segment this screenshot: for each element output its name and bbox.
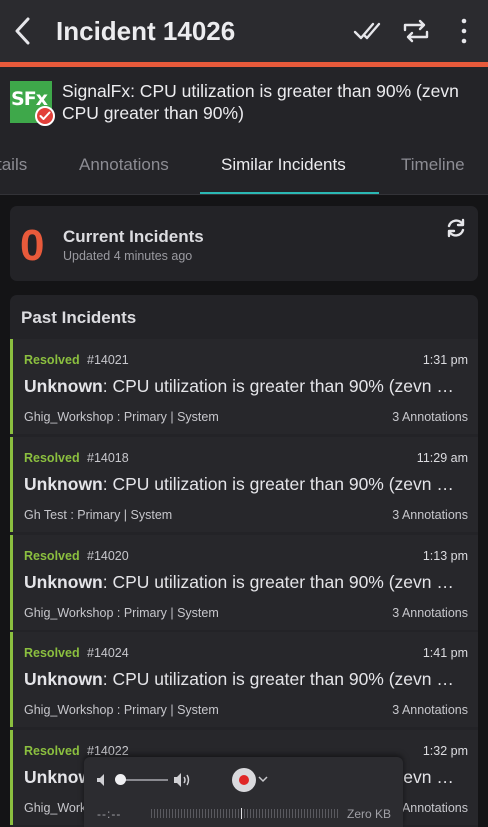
annotation-count: 3 Annotations (392, 703, 468, 717)
tab-bar: tails Annotations Similar Incidents Time… (0, 137, 488, 195)
annotation-count: 3 Annotations (392, 801, 468, 815)
status-label: Resolved (24, 744, 80, 758)
recording-timecode: --:-- (97, 807, 122, 821)
service-info: Gh Test : Primary | System (24, 508, 173, 522)
status-label: Resolved (24, 353, 80, 367)
reassign-button[interactable] (392, 0, 440, 62)
incident-time: 1:32 pm (422, 744, 468, 758)
incident-number: #14020 (87, 549, 129, 563)
check-badge-icon (35, 106, 55, 126)
audio-level-meter (151, 808, 338, 819)
status-label: Resolved (24, 451, 80, 465)
refresh-icon[interactable] (444, 216, 468, 240)
incident-row[interactable]: Resolved #14020 1:13 pm Unknown: CPU uti… (10, 535, 478, 630)
tab-annotations[interactable]: Annotations (79, 137, 169, 195)
tab-similar-incidents[interactable]: Similar Incidents (221, 137, 346, 195)
incident-number: #14024 (87, 646, 129, 660)
audio-recorder-panel: --:-- Zero KB (84, 757, 403, 827)
annotation-count: 3 Annotations (392, 508, 468, 522)
incident-title: SignalFx: CPU utilization is greater tha… (62, 81, 459, 123)
more-vertical-icon (461, 18, 467, 44)
record-dot-icon (239, 775, 249, 785)
incident-row[interactable]: Resolved #14024 1:41 pm Unknown: CPU uti… (10, 632, 478, 727)
tab-timeline[interactable]: Timeline (401, 137, 465, 195)
status-label: Resolved (24, 646, 80, 660)
more-button[interactable] (440, 0, 488, 62)
acknowledge-button[interactable] (344, 0, 392, 62)
chevron-down-icon[interactable] (258, 773, 268, 785)
service-info: Ghig_Workshop : Primary | System (24, 410, 219, 424)
chevron-left-icon (15, 17, 30, 45)
incident-number: #14021 (87, 353, 129, 367)
incident-row[interactable]: Resolved #14021 1:31 pm Unknown: CPU uti… (10, 339, 478, 434)
current-incidents-card: 0 Current Incidents Updated 4 minutes ag… (10, 206, 478, 281)
back-button[interactable] (0, 0, 46, 62)
incident-summary: SFx SignalFx: CPU utilization is greater… (0, 67, 488, 137)
volume-slider-knob[interactable] (115, 774, 126, 785)
current-incident-count: 0 (20, 221, 45, 270)
past-incidents-label: Past Incidents (21, 308, 137, 327)
volume-high-icon[interactable] (172, 770, 194, 790)
tab-details[interactable]: tails (0, 137, 27, 195)
incident-description: Unknown: CPU utilization is greater than… (24, 669, 466, 689)
incident-time: 1:41 pm (422, 646, 468, 660)
past-incidents-card: Past Incidents Resolved #14021 1:31 pm U… (10, 295, 478, 827)
status-label: Resolved (24, 549, 80, 563)
incident-time: 1:31 pm (422, 353, 468, 367)
service-info: Ghig_Workshop : Primary | System (24, 606, 219, 620)
updated-timestamp: Updated 4 minutes ago (63, 249, 193, 263)
incident-time: 1:13 pm (422, 549, 468, 563)
incident-number: #14022 (87, 744, 129, 758)
current-incidents-label: Current Incidents (63, 227, 204, 246)
incident-row[interactable]: Resolved #14018 11:29 am Unknown: CPU ut… (10, 437, 478, 532)
service-info: Ghig_Workshop : Primary | System (24, 703, 219, 717)
annotation-count: 3 Annotations (392, 410, 468, 424)
incident-description: Unknown: CPU utilization is greater than… (24, 474, 466, 494)
recording-size: Zero KB (346, 807, 391, 821)
volume-low-icon[interactable] (95, 771, 113, 789)
incident-time: 11:29 am (416, 451, 468, 465)
double-check-icon (353, 22, 381, 40)
record-button[interactable] (232, 768, 256, 792)
annotation-count: 3 Annotations (392, 606, 468, 620)
app-bar: Incident 14026 (0, 0, 488, 62)
page-title: Incident 14026 (56, 15, 236, 46)
incident-description: Unknown: CPU utilization is greater than… (24, 376, 466, 396)
signalfx-logo: SFx (10, 81, 55, 126)
repeat-icon (403, 19, 429, 43)
incident-description: Unknown: CPU utilization is greater than… (24, 572, 466, 592)
incident-number: #14018 (87, 451, 129, 465)
active-tab-indicator (200, 192, 379, 194)
